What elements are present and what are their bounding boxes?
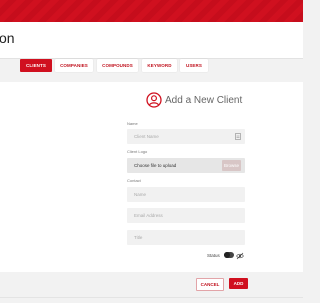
file-placeholder: Choose file to upload	[134, 163, 177, 168]
form-title: Add a New Client	[165, 95, 243, 106]
add-button[interactable]: ADD	[229, 278, 248, 289]
contact-title-placeholder: Title	[134, 235, 143, 240]
eye-off-icon[interactable]	[236, 252, 244, 260]
status-label: Status	[207, 253, 220, 258]
contact-email-field[interactable]: Email Address	[127, 208, 245, 223]
name-label: Name	[127, 121, 138, 126]
client-logo-file-input[interactable]: Choose file to upload Browse	[127, 158, 245, 173]
page-title: on	[0, 30, 15, 46]
tab-compounds[interactable]: COMPOUNDS	[97, 59, 138, 72]
page-header: on	[0, 22, 303, 59]
tab-clients[interactable]: CLIENTS	[20, 59, 52, 72]
client-logo-label: Client Logo	[127, 149, 148, 154]
cancel-button[interactable]: CANCEL	[196, 278, 224, 291]
user-circle-icon	[146, 92, 162, 108]
contact-label: Contact	[127, 178, 141, 183]
tab-keyword[interactable]: KEYWORD	[142, 59, 177, 72]
footer-divider	[0, 297, 303, 298]
contact-name-field[interactable]: Name	[127, 187, 245, 202]
tab-bar: CLIENTS COMPANIES COMPOUNDS KEYWORD USER…	[0, 58, 303, 74]
contact-email-placeholder: Email Address	[134, 213, 163, 218]
tab-companies[interactable]: COMPANIES	[55, 59, 93, 72]
id-card-icon	[235, 133, 241, 140]
contact-name-placeholder: Name	[134, 192, 147, 197]
client-name-placeholder: Client Name	[134, 134, 159, 139]
tab-users[interactable]: USERS	[180, 59, 208, 72]
client-name-field[interactable]: Client Name	[127, 129, 245, 144]
status-toggle[interactable]	[224, 252, 234, 258]
toggle-knob	[224, 252, 230, 258]
contact-title-field[interactable]: Title	[127, 230, 245, 245]
browse-button[interactable]: Browse	[222, 160, 241, 171]
top-banner	[0, 0, 303, 22]
